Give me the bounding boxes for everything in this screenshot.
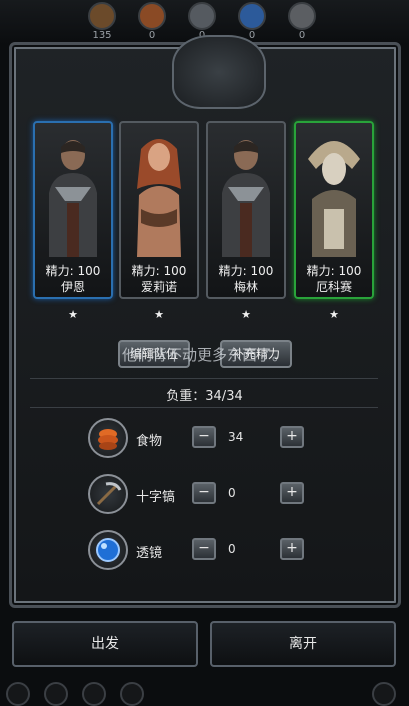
item-quantity: 0: [228, 542, 236, 556]
increase-food-button[interactable]: +: [280, 426, 304, 448]
increase-pickaxe-button[interactable]: +: [280, 482, 304, 504]
star-icon: ★: [241, 308, 251, 321]
hero-name: 梅林: [233, 280, 258, 294]
hero-card-3[interactable]: 精力: 100 梅林 战士·1: [206, 121, 286, 299]
item-row-lens: 透镜 − 0 +: [88, 530, 328, 574]
star-icon: ★: [329, 308, 339, 321]
star-icon: ★: [154, 308, 164, 321]
capacity-message: 他们背不动更多东西了。: [121, 346, 287, 364]
stone-icon: [288, 2, 316, 30]
resource-wood: 135: [82, 2, 122, 41]
resource-value: 0: [298, 30, 306, 41]
item-quantity: 34: [228, 430, 244, 444]
item-name: 十字镐: [136, 490, 176, 505]
hero-energy: 精力: 100: [45, 264, 101, 278]
lens-icon: [88, 530, 128, 570]
leather-icon: [138, 2, 166, 30]
decrease-lens-button[interactable]: −: [192, 538, 216, 560]
skull-ornament-icon: [172, 35, 266, 109]
resource-stone: 0: [282, 2, 322, 41]
pickaxe-icon: [88, 474, 128, 514]
load-indicator: 负重：34/34: [166, 389, 243, 404]
hero-name: 厄科赛: [315, 280, 352, 294]
chat-icon[interactable]: [44, 682, 68, 706]
decrease-food-button[interactable]: −: [192, 426, 216, 448]
item-row-pickaxe: 十字镐 − 0 +: [88, 474, 328, 518]
hero-card-2[interactable]: 精力: 100 爱莉诺 野蛮人·2: [119, 121, 199, 299]
leave-button[interactable]: 离开: [210, 621, 396, 667]
warrior-portrait: [222, 140, 270, 257]
bottom-bar: [0, 680, 409, 706]
crystal-icon: [238, 2, 266, 30]
hero-name: 伊恩: [60, 280, 85, 294]
food-icon: [88, 418, 128, 458]
decrease-pickaxe-button[interactable]: −: [192, 482, 216, 504]
hero-energy: 精力: 100: [306, 264, 362, 278]
menu-icon[interactable]: [6, 682, 30, 706]
item-name: 食物: [136, 434, 163, 449]
hero-energy: 精力: 100: [218, 264, 274, 278]
shaman-portrait: [308, 141, 360, 257]
iron-icon: [188, 2, 216, 30]
divider: [30, 407, 378, 408]
hero-class: 野蛮人·2: [121, 295, 197, 297]
resource-leather: 0: [132, 2, 172, 41]
hero-card-1[interactable]: 精力: 100 伊恩 战士·2: [33, 121, 113, 299]
wood-icon: [88, 2, 116, 30]
resource-value: 0: [148, 30, 156, 41]
hero-name: 爱莉诺: [140, 280, 177, 294]
item-row-food: 食物 − 34 +: [88, 418, 328, 462]
item-quantity: 0: [228, 486, 236, 500]
star-icon: ★: [68, 308, 78, 321]
hero-class: 法师·1: [296, 295, 372, 297]
hero-class: 战士·1: [208, 295, 284, 297]
item-name: 透镜: [136, 546, 163, 561]
depart-button[interactable]: 出发: [12, 621, 198, 667]
barbarian-portrait: [137, 139, 181, 257]
hero-class: 战士·2: [35, 295, 111, 297]
hero-card-4[interactable]: 精力: 100 厄科赛 法师·1: [294, 121, 374, 299]
book-icon[interactable]: [82, 682, 106, 706]
warrior-portrait: [49, 140, 97, 257]
divider: [30, 378, 378, 379]
increase-lens-button[interactable]: +: [280, 538, 304, 560]
map-icon[interactable]: [120, 682, 144, 706]
hero-energy: 精力: 100: [131, 264, 187, 278]
settings-icon[interactable]: [372, 682, 396, 706]
resource-value: 135: [92, 30, 112, 41]
